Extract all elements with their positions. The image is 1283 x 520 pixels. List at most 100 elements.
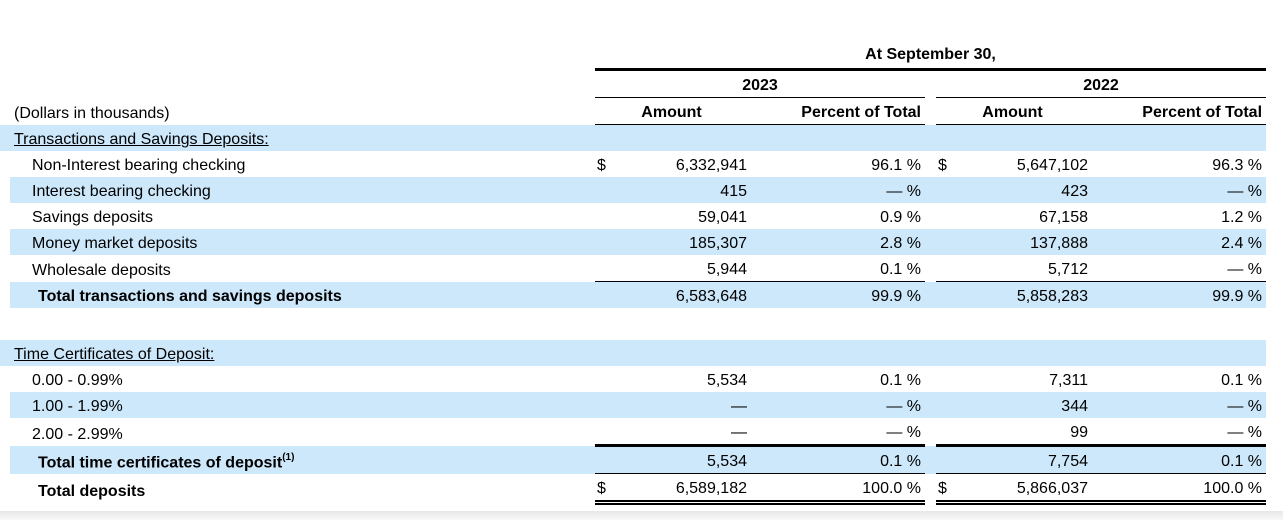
amount-cell-2023: 6,332,941 (675, 157, 747, 175)
table-row: Interest bearing checking 415 — % 423 — … (0, 177, 1283, 203)
period-header: At September 30, (595, 28, 1267, 71)
amount-cell-2023: 6,583,648 (617, 281, 748, 308)
percent-cell-2022: 0.1 % (1089, 445, 1267, 474)
column-gap (925, 124, 936, 151)
empty-cell (0, 308, 1283, 340)
row-indent (0, 177, 10, 203)
amount-cell-2023: 5,534 (706, 372, 747, 390)
dollar-sign-cell (595, 366, 617, 392)
right-margin (1266, 203, 1283, 229)
column-gap (925, 474, 936, 503)
amount-cell-2023: 59,041 (698, 209, 747, 227)
amount-header-2023: Amount (595, 97, 748, 125)
empty-cell (0, 28, 595, 70)
dollar-sign-cell (595, 229, 617, 255)
grand-total-label: Total deposits (38, 482, 146, 500)
empty-cell (748, 124, 925, 151)
empty-cell (958, 340, 1089, 366)
right-margin (1266, 229, 1283, 255)
dollar-sign-cell (936, 177, 958, 203)
dollar-sign-cell (595, 255, 617, 282)
right-margin (1266, 177, 1283, 203)
column-gap (925, 98, 936, 125)
amount-cell-2022: 7,311 (1049, 372, 1088, 390)
section-header-row: Transactions and Savings Deposits: (0, 124, 1283, 151)
percent-cell-2022: 0.1 % (1221, 372, 1263, 390)
row-label: Wholesale deposits (32, 261, 171, 279)
column-gap (925, 229, 936, 255)
right-margin (1266, 474, 1283, 503)
row-indent (0, 151, 10, 177)
amount-cell-2022: 5,712 (958, 255, 1089, 282)
percent-cell-2023: — % (748, 392, 925, 418)
grand-total-row: Total deposits $ 6,589,182 100.0 % $ 5,8… (0, 473, 1283, 505)
dollar-sign-cell (595, 445, 617, 474)
table-row: 0.00 - 0.99% 5,534 0.1 % 7,311 0.1 % (0, 366, 1283, 392)
column-gap (925, 70, 936, 98)
table-row-years: 2023 2022 (0, 69, 1283, 98)
year-header-2022: 2022 (936, 69, 1267, 98)
dollar-sign-cell (595, 203, 617, 229)
dollar-sign-cell: $ (936, 473, 958, 505)
row-indent (0, 340, 10, 366)
percent-cell-2022: 2.4 % (1089, 229, 1267, 255)
right-margin (1266, 281, 1283, 308)
row-label: Money market deposits (10, 229, 595, 255)
dollar-sign-cell (936, 281, 958, 308)
column-gap (925, 203, 936, 229)
empty-cell (617, 124, 748, 151)
amount-cell-2023: 5,944 (617, 255, 748, 282)
dollar-sign-cell (936, 445, 958, 474)
dollar-sign-cell: $ (595, 473, 617, 505)
percent-cell-2023: 0.9 % (880, 209, 921, 227)
amount-cell-2023: — (617, 418, 748, 447)
row-indent (0, 392, 10, 418)
dollar-sign-cell (936, 229, 958, 255)
amount-cell-2022: 67,158 (1039, 209, 1088, 227)
table-row: Money market deposits 185,307 2.8 % 137,… (0, 229, 1283, 255)
section2-title: Time Certificates of Deposit: (10, 340, 595, 366)
row-indent (0, 366, 10, 392)
percent-cell-2022: 1.2 % (1221, 209, 1263, 227)
dollar-sign-cell: $ (938, 157, 947, 175)
right-margin (1266, 418, 1283, 446)
amount-cell-2022: 137,888 (958, 229, 1089, 255)
table-row: Non-Interest bearing checking $ 6,332,94… (0, 151, 1283, 177)
percent-cell-2022: — % (1089, 418, 1267, 447)
percent-cell-2022: 99.9 % (1089, 281, 1267, 308)
total-label-text: Total time certificates of deposit (38, 453, 283, 471)
right-margin (1266, 255, 1283, 282)
right-margin (1266, 151, 1283, 177)
row-indent (0, 281, 10, 308)
dollar-sign-cell (595, 418, 617, 447)
table-row: Savings deposits 59,041 0.9 % 67,158 1.2… (0, 203, 1283, 229)
spacer-row (0, 308, 1283, 340)
column-gap (925, 177, 936, 203)
dollar-sign-cell (595, 177, 617, 203)
percent-cell-2023: 0.1 % (880, 372, 921, 390)
section-total-row: Total transactions and savings deposits … (0, 281, 1283, 308)
row-label: Non-Interest bearing checking (32, 157, 246, 175)
dollar-sign-cell: $ (597, 157, 606, 175)
percent-cell-2023: 0.1 % (748, 445, 925, 474)
row-indent (0, 474, 10, 503)
row-label: Savings deposits (32, 209, 153, 227)
amount-cell-2022: 423 (958, 177, 1089, 203)
column-gap (925, 392, 936, 418)
column-gap (925, 340, 936, 366)
empty-cell (0, 70, 595, 98)
total-label: Total time certificates of deposit(1) (10, 445, 595, 474)
window-edge-strip (0, 511, 1283, 520)
row-label: 1.00 - 1.99% (10, 392, 595, 418)
amount-cell-2022: 5,858,283 (958, 281, 1089, 308)
amount-header-2022: Amount (936, 97, 1089, 125)
dollar-sign-cell (936, 203, 958, 229)
row-indent (0, 418, 10, 446)
row-label: Interest bearing checking (10, 177, 595, 203)
section1-title-text: Transactions and Savings Deposits: (14, 131, 269, 149)
amount-cell-2023: 5,534 (617, 445, 748, 474)
empty-cell (958, 124, 1089, 151)
percent-cell-2023: 0.1 % (748, 255, 925, 282)
right-margin (1266, 28, 1283, 70)
footnote-marker: (1) (282, 451, 295, 463)
